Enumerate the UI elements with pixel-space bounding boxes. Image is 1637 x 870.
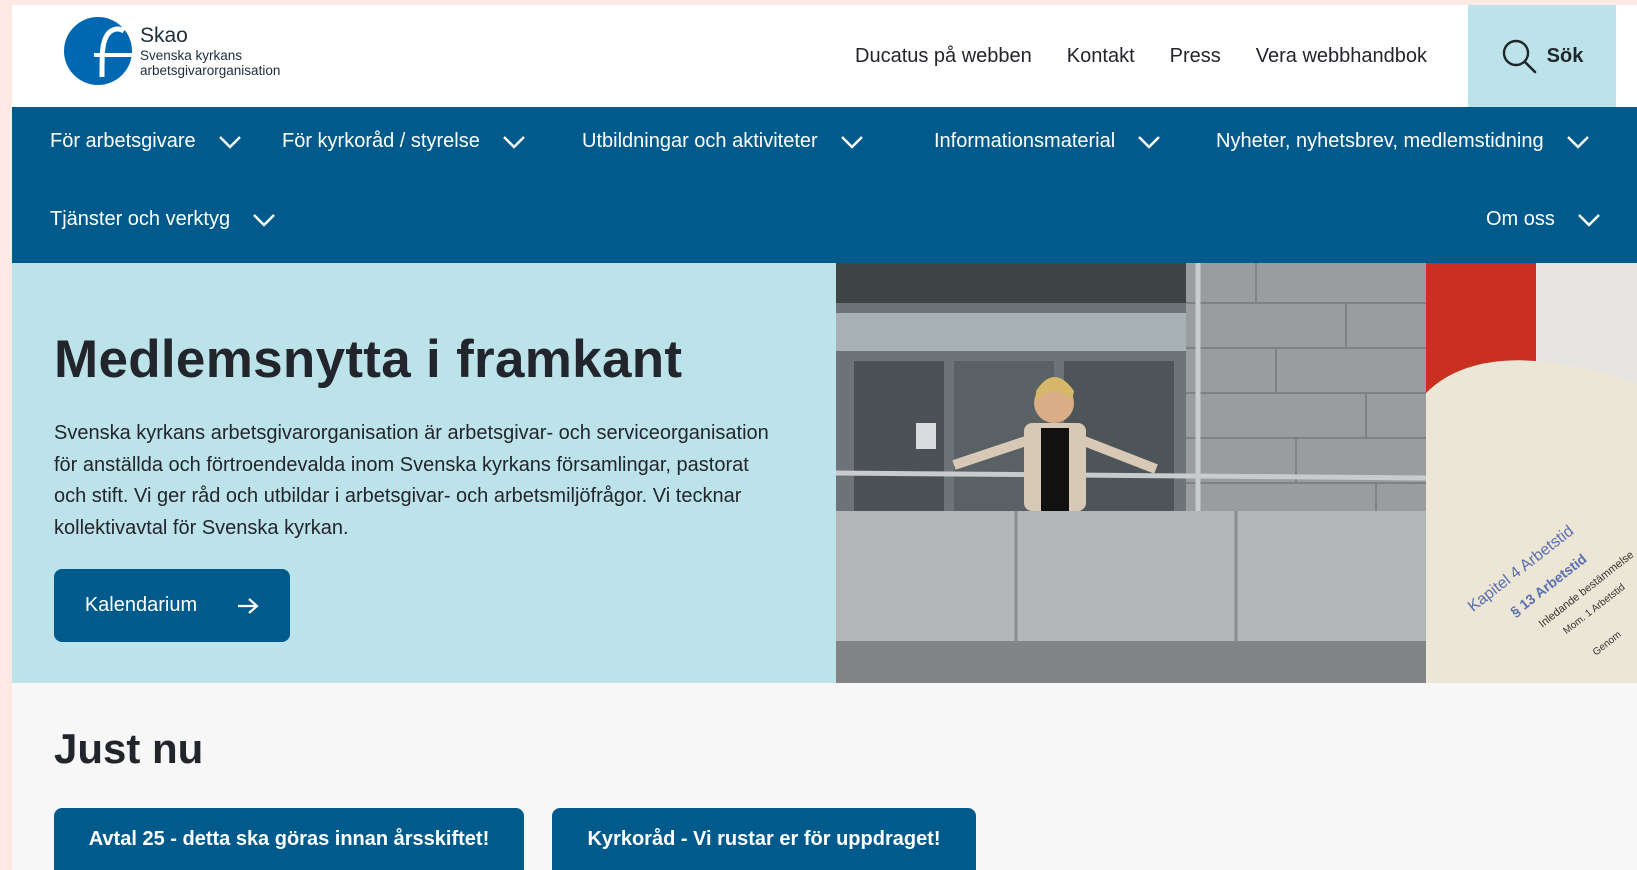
nav-item-for-arbetsgivare[interactable]: För arbetsgivare (50, 130, 242, 153)
nav-item-label: Nyheter, nyhetsbrev, medlemstidning (1216, 130, 1544, 152)
chevron-down-icon (218, 135, 241, 149)
arrow-right-icon (238, 597, 259, 614)
search-icon (1502, 39, 1536, 74)
link-kontakt[interactable]: Kontakt (1067, 45, 1135, 68)
kalendarium-label: Kalendarium (84, 594, 198, 616)
kyrkorad-button[interactable]: Kyrkoråd - Vi rustar er för uppdraget! (552, 808, 976, 870)
main-navigation: För arbetsgivare För kyrkoråd / styrelse… (12, 107, 1637, 263)
chevron-down-icon (1566, 135, 1589, 149)
chevron-down-icon (502, 135, 525, 149)
nav-item-label: Utbildningar och aktiviteter (582, 130, 818, 152)
link-ducatus[interactable]: Ducatus på webben (855, 45, 1032, 68)
avtal-25-button[interactable]: Avtal 25 - detta ska göras innan årsskif… (54, 808, 524, 870)
link-vera-webbhandbok[interactable]: Vera webbhandbok (1256, 45, 1427, 68)
search-button[interactable]: Sök (1468, 5, 1616, 107)
logo-subtitle-line2: arbetsgivarorganisation (140, 62, 281, 78)
nav-item-label: Tjänster och verktyg (50, 208, 231, 230)
link-press[interactable]: Press (1170, 45, 1221, 68)
nav-item-label: För kyrkoråd / styrelse (282, 130, 480, 152)
nav-item-for-kyrkorad[interactable]: För kyrkoråd / styrelse (282, 130, 526, 153)
chevron-down-icon (253, 213, 275, 227)
top-header: Skao Svenska kyrkans arbetsgivarorganisa… (12, 5, 1637, 107)
nav-item-label: För arbetsgivare (50, 130, 196, 152)
kalendarium-button[interactable]: Kalendarium (54, 569, 290, 642)
hero-photo: Kapitel 4 Arbetstid § 13 Arbetstid Inled… (836, 263, 1637, 683)
logo[interactable]: Skao Svenska kyrkans arbetsgivarorganisa… (62, 15, 280, 87)
just-nu-heading: Just nu (54, 725, 204, 772)
chevron-down-icon (1138, 135, 1161, 149)
nav-item-tjanster-och-verktyg[interactable]: Tjänster och verktyg (50, 208, 276, 231)
logo-subtitle-line1: Svenska kyrkans (140, 47, 243, 63)
nav-item-nyheter[interactable]: Nyheter, nyhetsbrev, medlemstidning (1216, 130, 1590, 153)
nav-item-om-oss[interactable]: Om oss (1486, 208, 1601, 231)
hero-title: Medlemsnytta i framkant (54, 330, 683, 389)
nav-item-label: Informationsmaterial (934, 130, 1116, 152)
chevron-down-icon (840, 135, 863, 149)
nav-item-utbildningar[interactable]: Utbildningar och aktiviteter (582, 130, 864, 153)
nav-item-label: Om oss (1486, 208, 1555, 230)
logo-name: Skao (140, 23, 188, 47)
chevron-down-icon (1578, 213, 1600, 227)
utility-links: Ducatus på webben Kontakt Press Vera web… (855, 5, 1427, 107)
hero-description: Svenska kyrkans arbetsgivarorganisation … (54, 422, 769, 539)
nav-item-informationsmaterial[interactable]: Informationsmaterial (934, 130, 1161, 153)
skao-logo-icon (64, 17, 132, 85)
search-label: Sök (1546, 44, 1584, 67)
page: Skao Svenska kyrkans arbetsgivarorganisa… (12, 5, 1637, 870)
hero-section: Medlemsnytta i framkant Svenska kyrkans … (12, 263, 1637, 683)
